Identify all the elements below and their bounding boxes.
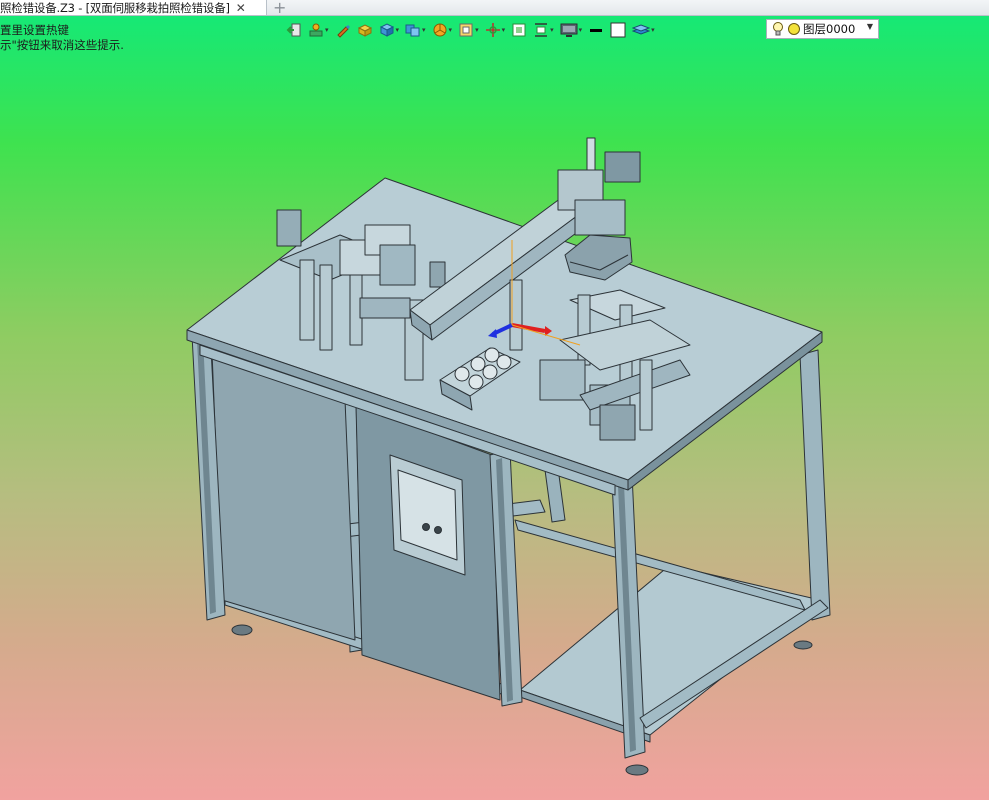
layer-value: 图层0000 [803, 22, 856, 36]
copy-cube-tool[interactable]: ▾ [405, 20, 426, 40]
exit-icon [286, 23, 301, 37]
view-icon [512, 23, 526, 37]
foot-front-left [231, 624, 253, 636]
line-black-icon [590, 29, 603, 32]
cube-blue-icon [379, 23, 394, 37]
pie-menu-caret[interactable]: ▾ [449, 26, 453, 34]
cup [454, 366, 470, 382]
align-icon [535, 23, 548, 37]
exit-tool[interactable] [286, 20, 302, 40]
button-1 [422, 523, 430, 531]
new-tab-icon[interactable]: + [273, 0, 286, 17]
copy-cube-menu-caret[interactable]: ▾ [422, 26, 426, 34]
align-menu-caret[interactable]: ▾ [550, 26, 554, 34]
hint-line-1: 置里设置热键 [0, 23, 69, 37]
move-tool[interactable]: ▾ [485, 20, 506, 40]
move-menu-caret[interactable]: ▾ [502, 26, 506, 34]
frame-tool[interactable]: ▾ [458, 20, 479, 40]
servo-motor [604, 151, 641, 183]
cube-yellow-tool[interactable] [357, 20, 373, 40]
layers-menu-caret[interactable]: ▾ [651, 26, 655, 34]
left-motor [276, 209, 302, 247]
document-tab-title: 照检错设备.Z3 - [双面伺服移栽拍照检错设备] [0, 0, 230, 15]
sketch-icon [309, 23, 323, 37]
lightbulb-icon [773, 22, 783, 36]
layer-dropdown[interactable]: 图层0000 ▼ [766, 19, 879, 39]
cube-blue-tool[interactable]: ▾ [379, 20, 400, 40]
cube-yellow-icon [357, 24, 372, 37]
frame-icon [459, 23, 473, 37]
display-tool[interactable]: ▾ [560, 20, 583, 40]
layer-status-icon [788, 23, 800, 35]
fill-color-tool[interactable] [610, 20, 626, 40]
button-2 [434, 526, 442, 534]
back-right-post [799, 349, 831, 621]
copy-cube-icon [405, 24, 420, 37]
line-color-tool[interactable] [588, 20, 604, 40]
foot-back-right [793, 640, 813, 650]
layer-dropdown-arrow[interactable]: ▼ [867, 22, 873, 31]
machine-model [186, 137, 831, 776]
sketch-tool[interactable]: ▾ [308, 20, 329, 40]
display-icon [560, 23, 578, 37]
sketch-menu-caret[interactable]: ▾ [325, 26, 329, 34]
pie-icon [433, 23, 447, 37]
layers-icon [632, 24, 651, 35]
foot-front-right [625, 764, 649, 776]
frame-menu-caret[interactable]: ▾ [475, 26, 479, 34]
tab-bar: 照检错设备.Z3 - [双面伺服移栽拍照检错设备] ✕ + [0, 0, 989, 17]
pie-tool[interactable]: ▾ [432, 20, 453, 40]
square-white-icon [610, 22, 626, 38]
close-tab-icon[interactable]: ✕ [236, 1, 246, 15]
toolbar: ▾ ▾ ▾ ▾ ▾ ▾ ▾ ▾ ▾ [286, 20, 661, 40]
pencil-tool[interactable] [335, 20, 351, 40]
cube-blue-menu-caret[interactable]: ▾ [396, 26, 400, 34]
view-tool[interactable] [511, 20, 527, 40]
document-tab[interactable]: 照检错设备.Z3 - [双面伺服移栽拍照检错设备] ✕ [0, 0, 267, 15]
move-icon [485, 23, 500, 37]
cad-viewport[interactable] [0, 44, 989, 800]
pencil-icon [336, 25, 350, 38]
align-tool[interactable]: ▾ [533, 20, 554, 40]
display-menu-caret[interactable]: ▾ [579, 26, 583, 34]
layers-tool[interactable]: ▾ [632, 20, 655, 40]
